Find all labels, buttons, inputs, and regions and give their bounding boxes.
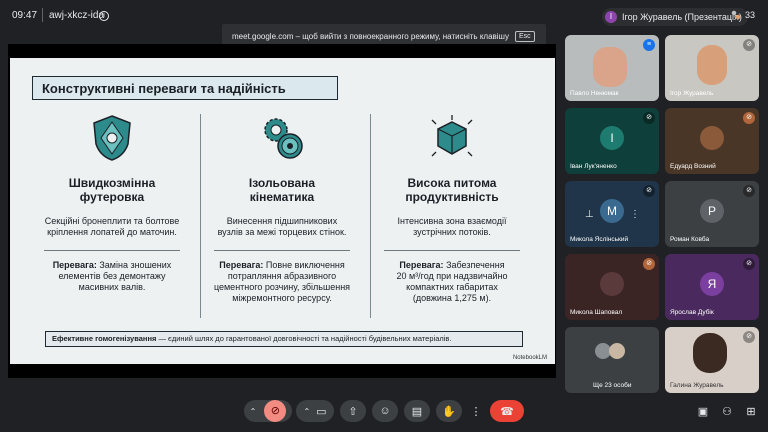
feature-heading: Ізольована кінематика [248, 176, 316, 204]
hand-icon: ✋ [442, 405, 456, 418]
participant-video [593, 47, 627, 87]
participant-name: Галина Журавель [670, 382, 724, 389]
people-count-value: 33 [745, 10, 756, 20]
raise-hand-button[interactable]: ✋ [436, 400, 462, 422]
leave-call-button[interactable]: ☎ [490, 400, 524, 422]
feature-description: Винесення підшипникових вузлів за межі то… [217, 216, 347, 237]
info-icon[interactable]: i [99, 11, 109, 21]
shield-icon [93, 115, 131, 161]
reactions-button[interactable]: ☺ [372, 400, 398, 422]
emoji-icon: ☺ [379, 405, 391, 417]
participant-tile[interactable]: ⊘ Ігор Журавель [665, 35, 759, 101]
participant-avatar: М [600, 199, 624, 223]
feature-heading: Швидкозмінна футеровка [68, 176, 156, 204]
slide: Конструктивні переваги та надійність Шви… [10, 58, 555, 364]
phone-hangup-icon: ☎ [500, 405, 514, 418]
camera-control[interactable]: ⌃ ▭ [296, 400, 334, 422]
participant-name: Микола Шаповал [570, 309, 623, 316]
mic-off-icon: ⊘ [743, 112, 755, 124]
microphone-control[interactable]: ⌃ ⊘ [244, 400, 292, 422]
more-participants-tile[interactable]: Ще 23 особи [565, 327, 659, 393]
presenter-avatar: І [605, 11, 617, 23]
more-options-icon[interactable]: ⋮ [630, 209, 640, 220]
slide-footer: Ефективне гомогенізування — єдиний шлях … [45, 331, 523, 347]
mic-off-icon: ⊘ [643, 258, 655, 270]
notebooklm-watermark: NotebookLM [512, 355, 547, 361]
activities-icon[interactable]: ⊞ [744, 405, 758, 419]
clock: 09:47 [12, 10, 38, 21]
gears-icon [264, 118, 303, 159]
pin-icon[interactable]: ⊥ [585, 209, 594, 220]
participant-tile[interactable]: ⊘ Галина Журавель [665, 327, 759, 393]
participant-name: Ярослав Дубік [670, 309, 714, 316]
participant-avatar: І [600, 126, 624, 150]
captions-icon: ▤ [411, 405, 423, 418]
participant-video [693, 333, 727, 373]
toast-text: meet.google.com – щоб вийти з повноекран… [232, 31, 509, 41]
participant-tile[interactable]: Я ⊘ Ярослав Дубік [665, 254, 759, 320]
cube-icon [431, 115, 473, 157]
feature-description: Інтенсивна зона взаємодії зустрічних пото… [397, 216, 507, 237]
esc-key: Esc [514, 30, 535, 42]
mic-off-icon[interactable]: ⊘ [264, 400, 287, 422]
presenter-chip[interactable]: І Ігор Журавель (Презентація) [602, 8, 748, 26]
participant-name: Ігор Журавель [670, 90, 714, 97]
slide-title: Конструктивні переваги та надійність [32, 76, 338, 100]
participant-photo [700, 126, 724, 150]
presentation-area: Конструктивні переваги та надійність Шви… [8, 44, 556, 378]
feature-description: Секційні бронеплити та болтове кріплення … [44, 216, 180, 237]
people-count[interactable]: 33 [730, 9, 755, 21]
captions-button[interactable]: ▤ [404, 400, 430, 422]
chat-icon[interactable]: ▣ [696, 405, 710, 419]
feature-heading: Висока питома продуктивність [405, 176, 499, 204]
feature-benefit: Перевага: Заміна зношених елементів без д… [52, 260, 172, 292]
more-participants-label: Ще 23 особи [593, 382, 632, 389]
participant-name: Павло Ненюмак [570, 90, 619, 97]
meeting-code: awj-xkcz-ida [49, 10, 105, 21]
chevron-up-icon[interactable]: ⌃ [250, 407, 257, 416]
participant-avatar: Р [700, 199, 724, 223]
participant-photo [600, 272, 624, 296]
participant-name: Роман Ковба [670, 236, 710, 243]
mic-off-icon: ⊘ [743, 185, 755, 197]
participant-tile[interactable]: М ⊥ ⋮ ⊘ Микола Яслінський [565, 181, 659, 247]
participant-name: Едуард Возний [670, 163, 716, 170]
participant-avatar: Я [700, 272, 724, 296]
people-icon[interactable]: ⚇ [720, 405, 734, 419]
participant-avatar [609, 343, 625, 359]
separator [44, 250, 180, 251]
presenter-label: Ігор Журавель (Презентація) [622, 12, 742, 22]
participant-video [697, 45, 727, 85]
participant-tile[interactable]: ⊘ Едуард Возний [665, 108, 759, 174]
mic-off-icon: ⊘ [643, 112, 655, 124]
chevron-up-icon[interactable]: ⌃ [303, 407, 310, 416]
more-options-button[interactable]: ⋮ [467, 400, 485, 422]
mic-off-icon: ⊘ [743, 331, 755, 343]
camera-icon[interactable]: ▭ [316, 405, 326, 418]
speaking-icon: ≡ [643, 39, 655, 51]
feature-benefit: Перевага: Повне виключення потрапляння аб… [213, 260, 351, 303]
participant-name: Іван Лук'яненко [570, 163, 617, 170]
participant-name: Микола Яслінський [570, 236, 629, 243]
mic-off-icon: ⊘ [743, 258, 755, 270]
participant-tile[interactable]: І ⊘ Іван Лук'яненко [565, 108, 659, 174]
participant-tile[interactable]: ⊘ Микола Шаповал [565, 254, 659, 320]
more-vert-icon: ⋮ [470, 405, 482, 418]
people-icon [730, 9, 742, 21]
present-icon: ⇧ [348, 405, 358, 418]
separator [214, 250, 350, 251]
participant-tile[interactable]: ≡ Павло Ненюмак [565, 35, 659, 101]
participant-tile[interactable]: Р ⊘ Роман Ковба [665, 181, 759, 247]
mic-off-icon: ⊘ [743, 39, 755, 51]
divider [42, 8, 43, 22]
mic-off-icon: ⊘ [643, 185, 655, 197]
present-button[interactable]: ⇧ [340, 400, 366, 422]
separator [384, 250, 520, 251]
feature-benefit: Перевага: Забезпечення 20 м³/год при надз… [396, 260, 508, 303]
